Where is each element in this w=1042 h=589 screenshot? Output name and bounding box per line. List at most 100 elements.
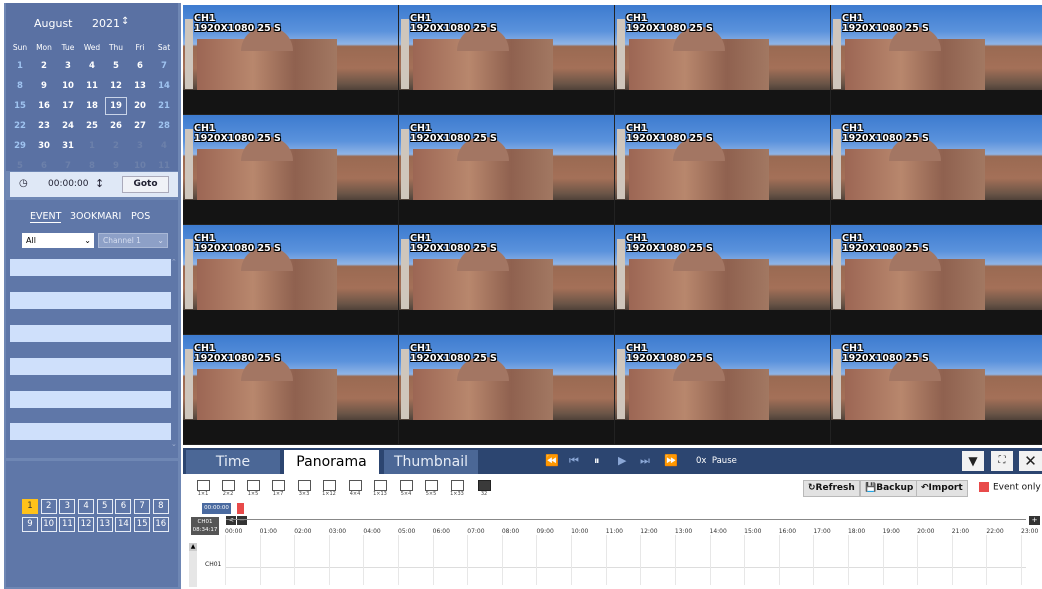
video-tile[interactable]: CH1 1920X1080 25 S: [615, 5, 830, 114]
scroll-up-icon[interactable]: ▲: [189, 543, 197, 551]
channel-select[interactable]: Channel 1 ⌄: [98, 233, 168, 248]
goto-button[interactable]: Goto: [122, 176, 169, 193]
layout-option[interactable]: 4×4: [343, 480, 367, 497]
layout-option[interactable]: 1×12: [317, 480, 341, 497]
calendar-day[interactable]: 17: [56, 96, 80, 116]
calendar-day[interactable]: 12: [104, 76, 128, 96]
channel-button[interactable]: 2: [40, 499, 57, 514]
layout-option[interactable]: 3×3: [292, 480, 316, 497]
time-spin-icon[interactable]: ↕: [95, 177, 104, 190]
tab-pos[interactable]: POS: [131, 211, 150, 222]
layout-option[interactable]: 5×5: [419, 480, 443, 497]
calendar-day[interactable]: 4: [80, 56, 104, 76]
calendar-day[interactable]: 11: [80, 76, 104, 96]
tab-panorama[interactable]: Panorama: [284, 450, 379, 474]
video-tile[interactable]: CH1 1920X1080 25 S: [183, 5, 398, 114]
calendar-day[interactable]: 14: [152, 76, 176, 96]
layout-option[interactable]: 1×5: [241, 480, 265, 497]
calendar-day[interactable]: 21: [152, 96, 176, 116]
calendar-day[interactable]: 16: [32, 96, 56, 116]
video-tile[interactable]: CH1 1920X1080 25 S: [831, 335, 1042, 444]
channel-button[interactable]: 16: [152, 517, 169, 532]
event-filter-select[interactable]: All ⌄: [22, 233, 94, 248]
time-jump-input[interactable]: 00:00:00: [48, 179, 88, 189]
channel-button[interactable]: 6: [115, 499, 132, 514]
channel-button[interactable]: 14: [115, 517, 132, 532]
step-forward-icon[interactable]: ⏭: [640, 454, 650, 468]
timeline-scale[interactable]: 00:00 01:00 02:00 03:00 04:00 05:00 06:00 07:00…: [225, 523, 1038, 585]
video-tile[interactable]: CH1 1920X1080 25 S: [399, 5, 614, 114]
video-tile[interactable]: CH1 1920X1080 25 S: [831, 5, 1042, 114]
calendar-day[interactable]: 9: [32, 76, 56, 96]
calendar-day[interactable]: 1: [8, 56, 32, 76]
calendar-day[interactable]: 20: [128, 96, 152, 116]
event-list-row[interactable]: [10, 358, 171, 375]
video-tile[interactable]: CH1 1920X1080 25 S: [399, 225, 614, 334]
channel-button[interactable]: 7: [134, 499, 151, 514]
channel-button[interactable]: 10: [40, 517, 57, 532]
calendar-day[interactable]: 31: [56, 136, 80, 156]
video-tile[interactable]: CH1 1920X1080 25 S: [615, 335, 830, 444]
calendar-year[interactable]: 2021: [92, 17, 120, 30]
calendar-day[interactable]: 18: [80, 96, 104, 116]
video-tile[interactable]: CH1 1920X1080 25 S: [615, 225, 830, 334]
video-tile[interactable]: CH1 1920X1080 25 S: [399, 335, 614, 444]
step-back-icon[interactable]: ⏮: [569, 454, 579, 468]
calendar-day[interactable]: 25: [80, 116, 104, 136]
calendar-day[interactable]: 24: [56, 116, 80, 136]
tab-bookmark[interactable]: 3OOKMARI: [70, 211, 121, 222]
video-tile[interactable]: CH1 1920X1080 25 S: [183, 115, 398, 224]
calendar-day[interactable]: 23: [32, 116, 56, 136]
year-spin-icon[interactable]: ↕: [121, 16, 129, 27]
channel-button[interactable]: 5: [96, 499, 113, 514]
calendar-day[interactable]: 7: [152, 56, 176, 76]
dropdown-icon[interactable]: ▼: [962, 451, 984, 471]
video-tile[interactable]: CH1 1920X1080 25 S: [399, 115, 614, 224]
tab-thumbnail[interactable]: Thumbnail: [384, 450, 478, 474]
calendar-day[interactable]: 3: [56, 56, 80, 76]
event-only-toggle[interactable]: Event only: [979, 482, 1041, 493]
video-tile[interactable]: CH1 1920X1080 25 S: [831, 225, 1042, 334]
video-tile[interactable]: CH1 1920X1080 25 S: [615, 115, 830, 224]
video-tile[interactable]: CH1 1920X1080 25 S: [831, 115, 1042, 224]
calendar-day[interactable]: 15: [8, 96, 32, 116]
timeline-scrollbar[interactable]: ▲: [189, 543, 197, 587]
scroll-down-icon[interactable]: ⌄: [171, 440, 177, 448]
event-list-row[interactable]: [10, 325, 171, 342]
layout-option[interactable]: 1×13: [368, 480, 392, 497]
channel-button[interactable]: 4: [78, 499, 95, 514]
tab-time[interactable]: Time: [186, 450, 280, 474]
scroll-up-icon[interactable]: ⌃: [171, 258, 177, 266]
import-button[interactable]: ↶Import: [916, 480, 968, 497]
channel-button[interactable]: 8: [152, 499, 169, 514]
event-list-row[interactable]: [10, 259, 171, 276]
calendar-day[interactable]: 22: [8, 116, 32, 136]
fast-rewind-icon[interactable]: ⏪: [545, 454, 559, 467]
calendar-day[interactable]: 13: [128, 76, 152, 96]
event-list-row[interactable]: [10, 423, 171, 440]
calendar-day[interactable]: 28: [152, 116, 176, 136]
channel-button[interactable]: 12: [78, 517, 95, 532]
calendar-day[interactable]: 26: [104, 116, 128, 136]
channel-button[interactable]: 1: [22, 499, 38, 514]
calendar-day[interactable]: 29: [8, 136, 32, 156]
calendar-day[interactable]: 5: [104, 56, 128, 76]
channel-button[interactable]: 11: [59, 517, 76, 532]
calendar-day[interactable]: 10: [56, 76, 80, 96]
fast-forward-icon[interactable]: ⏩: [664, 454, 678, 467]
layout-option[interactable]: 1×7: [266, 480, 290, 497]
layout-option[interactable]: 5×4: [394, 480, 418, 497]
channel-button[interactable]: 9: [22, 517, 38, 532]
calendar-day[interactable]: 19: [104, 96, 128, 116]
pause-icon[interactable]: ⏸: [594, 454, 600, 468]
layout-option[interactable]: 32: [472, 480, 496, 497]
play-icon[interactable]: ▶: [618, 454, 626, 467]
calendar-day[interactable]: 30: [32, 136, 56, 156]
channel-button[interactable]: 3: [59, 499, 76, 514]
video-tile[interactable]: CH1 1920X1080 25 S: [183, 335, 398, 444]
video-tile[interactable]: CH1 1920X1080 25 S: [183, 225, 398, 334]
fullscreen-icon[interactable]: ⛶: [991, 451, 1013, 471]
tab-event[interactable]: EVENT: [30, 211, 62, 223]
calendar-day[interactable]: 27: [128, 116, 152, 136]
calendar-day[interactable]: 2: [32, 56, 56, 76]
